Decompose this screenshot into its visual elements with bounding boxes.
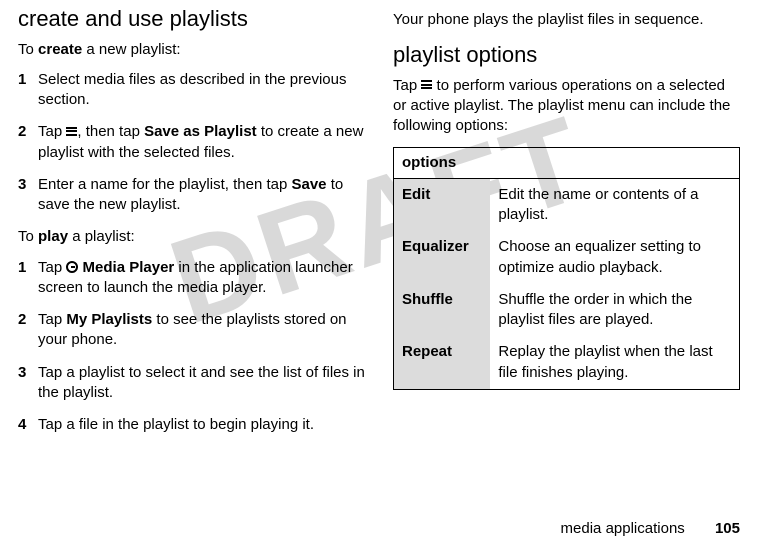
paragraph-top: Your phone plays the playlist files in s… — [393, 10, 740, 30]
option-desc: Shuffle the order in which the playlist … — [490, 284, 739, 337]
text: Tap — [393, 77, 421, 94]
text: a playlist: — [68, 228, 135, 245]
intro-create: To create a new playlist: — [18, 40, 365, 60]
step-number: 2 — [18, 122, 38, 163]
text: create — [38, 41, 82, 58]
steps-create: 1 Select media files as described in the… — [18, 70, 365, 216]
step-number: 1 — [18, 70, 38, 111]
step-create-2: 2 Tap , then tap Save as Playlist to cre… — [18, 122, 365, 163]
step-text: Select media files as described in the p… — [38, 70, 365, 111]
table-header-row: options — [394, 147, 740, 178]
paragraph-options-intro: Tap to perform various operations on a s… — [393, 76, 740, 137]
step-text: Tap a file in the playlist to begin play… — [38, 415, 365, 435]
page-columns: create and use playlists To create a new… — [0, 0, 758, 447]
step-number: 4 — [18, 415, 38, 435]
menu-icon — [421, 80, 432, 89]
menu-icon — [66, 127, 77, 136]
step-play-1: 1 Tap Media Player in the application la… — [18, 258, 365, 299]
steps-play: 1 Tap Media Player in the application la… — [18, 258, 365, 436]
text: a new playlist: — [82, 41, 180, 58]
table-heading: options — [394, 147, 740, 178]
option-desc: Edit the name or contents of a playlist. — [490, 178, 739, 231]
step-create-1: 1 Select media files as described in the… — [18, 70, 365, 111]
text: Tap — [38, 259, 66, 276]
option-name: Shuffle — [394, 284, 491, 337]
step-number: 2 — [18, 310, 38, 351]
text: Tap — [38, 311, 66, 328]
text: Enter a name for the playlist, then tap — [38, 176, 291, 193]
step-number: 3 — [18, 363, 38, 404]
text: , then tap — [77, 123, 144, 140]
text: My Playlists — [66, 311, 152, 328]
step-create-3: 3 Enter a name for the playlist, then ta… — [18, 175, 365, 216]
text: play — [38, 228, 68, 245]
table-row: Repeat Replay the playlist when the last… — [394, 336, 740, 389]
footer-section: media applications — [561, 520, 685, 537]
text: Save — [291, 176, 326, 193]
step-text: Tap , then tap Save as Playlist to creat… — [38, 122, 365, 163]
media-player-icon — [66, 261, 78, 273]
text: To — [18, 228, 38, 245]
text: Media Player — [83, 259, 175, 276]
right-column: Your phone plays the playlist files in s… — [393, 4, 740, 447]
table-row: Shuffle Shuffle the order in which the p… — [394, 284, 740, 337]
heading-playlist-options: playlist options — [393, 40, 740, 70]
page-number: 105 — [715, 520, 740, 537]
step-text: Tap My Playlists to see the playlists st… — [38, 310, 365, 351]
text: To — [18, 41, 38, 58]
text: Save as Playlist — [144, 123, 257, 140]
option-name: Equalizer — [394, 231, 491, 284]
page-footer: media applications 105 — [561, 520, 740, 537]
step-text: Tap Media Player in the application laun… — [38, 258, 365, 299]
option-desc: Choose an equalizer setting to optimize … — [490, 231, 739, 284]
intro-play: To play a playlist: — [18, 227, 365, 247]
step-play-2: 2 Tap My Playlists to see the playlists … — [18, 310, 365, 351]
left-column: create and use playlists To create a new… — [18, 4, 365, 447]
step-text: Tap a playlist to select it and see the … — [38, 363, 365, 404]
option-name: Repeat — [394, 336, 491, 389]
options-table: options Edit Edit the name or contents o… — [393, 147, 740, 390]
table-row: Equalizer Choose an equalizer setting to… — [394, 231, 740, 284]
step-play-4: 4 Tap a file in the playlist to begin pl… — [18, 415, 365, 435]
table-row: Edit Edit the name or contents of a play… — [394, 178, 740, 231]
option-name: Edit — [394, 178, 491, 231]
step-text: Enter a name for the playlist, then tap … — [38, 175, 365, 216]
heading-create-use-playlists: create and use playlists — [18, 4, 365, 34]
text: to perform various operations on a selec… — [393, 77, 730, 135]
step-number: 3 — [18, 175, 38, 216]
option-desc: Replay the playlist when the last file f… — [490, 336, 739, 389]
step-play-3: 3 Tap a playlist to select it and see th… — [18, 363, 365, 404]
step-number: 1 — [18, 258, 38, 299]
text: Tap — [38, 123, 66, 140]
